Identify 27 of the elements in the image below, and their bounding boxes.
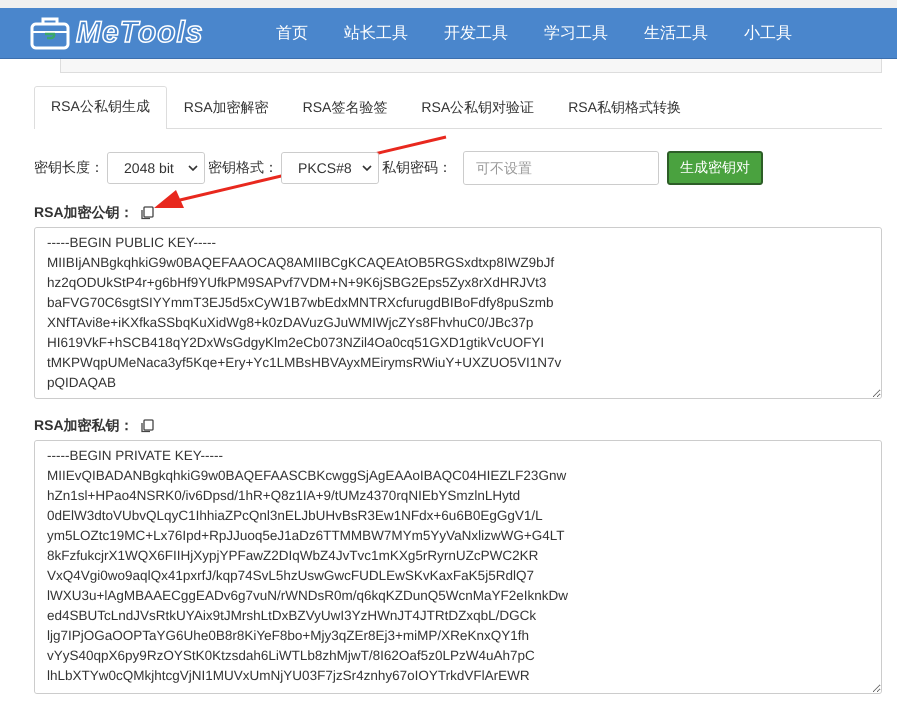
select-field[interactable]: 2048 bit <box>107 152 205 184</box>
field-label: 密钥格式： <box>208 159 278 177</box>
caret-icon <box>362 165 372 171</box>
copy-icon[interactable] <box>140 206 154 220</box>
tab[interactable]: RSA公私钥生成 <box>34 86 167 129</box>
tab[interactable]: RSA签名验签 <box>286 87 404 129</box>
nav-link[interactable]: 学习工具 <box>526 22 626 44</box>
select-field[interactable]: PKCS#8 <box>281 152 379 184</box>
nav-link[interactable]: 小工具 <box>726 22 810 44</box>
logo-text[interactable]: MeTools <box>76 16 204 50</box>
field-label: 密钥长度： <box>34 159 104 177</box>
caret-icon <box>188 165 198 171</box>
tab[interactable]: RSA公私钥对验证 <box>404 87 552 129</box>
public-key-field[interactable]: -----BEGIN PUBLIC KEY----- MIIBIjANBgkqhkiG9w0BAQEFAAOCAQ8AMIIBCgKCAQEAtOB5RGSxdtxp8IWZ9bJf hz2qODUkStP4r+g6bHf9YUfkPM9SAPvf7VDM+N+9K6jSBG2Eps5Zyx8rXdHRJVt3 baFVG70C6sgtSIYYmmT3EJ5d5xCyW1B7wbEdxMNTRXcfurugdBIBoFdfy8puSzmb XNfTAvi8e+iKXfkaSSbqKuXidWg8+k0zDAVuzGJuWMIWjcZYs8FhvhuC0/JBc37p HI619VkF+hSCB418qY2DxWsGdgyKlm2eCb073NZil4Oa0cq51GXD1gtikVcUOFYI tMKPWqpUMeNaca3yf5Kqe+Ery+Yc1LMBsHBVAyxMEirymsRWiuY+UXZUO5VI1N7v pQIDAQAB <box>34 227 882 399</box>
password-field[interactable]: 可不设置 <box>463 151 659 185</box>
nav-link[interactable]: 生活工具 <box>626 22 726 44</box>
nav-link[interactable]: 首页 <box>270 22 326 44</box>
private-key-field[interactable]: -----BEGIN PRIVATE KEY----- MIIEvQIBADANBgkqhkiG9w0BAQEFAASCBKcwggSjAgEAAoIBAQC04HIEZLF23Gnw hZn1sl+HPao4NSRK0/iv6Dpsd/1hR+Q8z1IA+9/tUMz4370rqNIEbYSmzlnLHytd 0dElW3dtoVUbvQLqyC1IhhiaZPcQnl3nELJbUHvBsR3Ew1NFdx+6u6B0EgGgV1/L ym5LOZtc19MC+Lx76Ipd+RpJJuoq5eJ1aDz6TTMMBW7MYm5YyVaNxlizwWG+G4LT 8kFzfukcjrX1WQX6FIIHjXypjYPFawZ2DIqWbZ4JvTvc1mKXg5rRyrnUZcPWC2KR VxQ4Vgi0wo9aqlQx41pxrfJ/kqp74SvL5hzUswGwcFUDLEwSKvKaxFaK5j5RdlQ7 lWXU3u+lAgMBAAECggEADv6g7vuN/rWNDsR0m/q6kqKZDunQ5WcnMaYF2eIknkDw ed4SBUTcLndJVsRtkUYAix9tJMrshLtDxBZVyUwI3YzHWnJT4JTRtDZxqbL/DGCk ljg7IPjOGaOOPTaYG6Uhe0B8r8KiYeF8bo+Mjy3qZEr8Ej3+miMP/XReKnxQY1fh vYyS40qpX6py9RzOYStK0Ktzsdah6LiWTLb8zhMjwT/8I62Oaf5z0LPzW4uAh7pC lhLbXTYw0cQMkjhtcgVjNI1MUVxUmNjYU03F7jzSr4znhy67oIOYTrkdVFlArEWR <box>34 440 882 694</box>
toolbox-icon[interactable] <box>30 16 70 50</box>
nav-link[interactable]: 站长工具 <box>326 22 426 44</box>
nav-link[interactable]: 开发工具 <box>426 22 526 44</box>
section-label: RSA加密私钥： <box>34 417 134 435</box>
section-label: RSA加密公钥： <box>34 204 134 222</box>
tab[interactable]: RSA加密解密 <box>166 87 286 129</box>
tab[interactable]: RSA私钥格式转换 <box>551 87 698 129</box>
copy-icon[interactable] <box>140 419 154 433</box>
field-label: 私钥密码： <box>382 159 452 177</box>
